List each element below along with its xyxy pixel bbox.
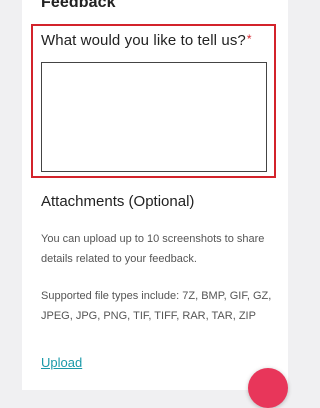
attachments-title: Attachments (Optional) [41, 193, 195, 210]
feedback-field-label: What would you like to tell us?* [41, 32, 252, 49]
supported-file-types: Supported file types include: 7Z, BMP, G… [41, 290, 272, 322]
feedback-textarea[interactable] [41, 62, 267, 172]
feedback-label-text: What would you like to tell us? [41, 32, 246, 49]
floating-action-button[interactable] [248, 368, 288, 408]
required-asterisk: * [246, 32, 252, 46]
upload-link[interactable]: Upload [41, 355, 82, 370]
attachments-description: You can upload up to 10 screenshots to s… [41, 233, 265, 265]
section-title: Feedback [41, 0, 116, 11]
